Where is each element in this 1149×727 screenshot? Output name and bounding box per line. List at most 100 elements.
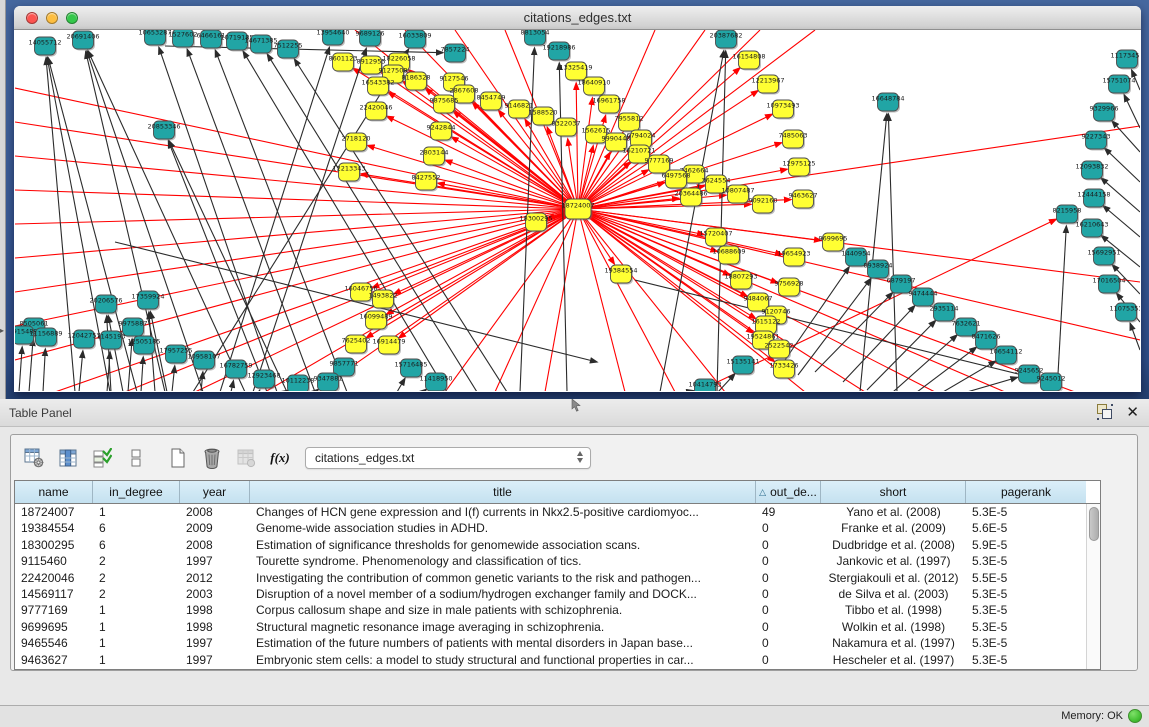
column-header-out-de-[interactable]: △out_de... bbox=[756, 481, 821, 503]
graph-node[interactable]: 12093832 bbox=[1075, 161, 1108, 181]
graph-node[interactable]: 20853346 bbox=[147, 121, 180, 141]
graph-edge-black bbox=[917, 347, 976, 391]
table-source-dropdown[interactable]: citations_edges.txt bbox=[305, 447, 591, 469]
graph-node-label: 7632621 bbox=[952, 320, 981, 328]
graph-node[interactable]: 1145193 bbox=[97, 331, 126, 351]
graph-node-label: 7857224 bbox=[441, 46, 470, 54]
graph-node[interactable]: 17016504 bbox=[1092, 275, 1125, 295]
graph-node[interactable]: 6497568 bbox=[662, 170, 691, 190]
column-header-in-degree[interactable]: in_degree bbox=[93, 481, 180, 503]
graph-node-label: 9777169 bbox=[645, 157, 674, 165]
graph-node[interactable]: 11418950 bbox=[419, 373, 452, 391]
graph-node[interactable]: 2803144 bbox=[420, 147, 449, 167]
table-row[interactable]: 1456911722003Disruption of a novel membe… bbox=[15, 586, 1086, 602]
graph-node[interactable]: 8322037 bbox=[552, 118, 581, 138]
graph-node[interactable]: 10973493 bbox=[766, 100, 799, 120]
table-row[interactable]: 1938455462009Genome-wide association stu… bbox=[15, 520, 1086, 536]
graph-node[interactable]: 10688609 bbox=[712, 246, 745, 266]
table-row[interactable]: 946362711997Embryonic stem cells: a mode… bbox=[15, 652, 1086, 668]
column-header-short[interactable]: short bbox=[821, 481, 966, 503]
column-header-name[interactable]: name bbox=[15, 481, 93, 503]
graph-node[interactable]: 8186328 bbox=[402, 72, 431, 92]
network-window-titlebar[interactable]: citations_edges.txt bbox=[14, 6, 1141, 30]
graph-node[interactable]: 9242844 bbox=[427, 122, 456, 142]
graph-node[interactable]: 10414793 bbox=[688, 379, 721, 391]
graph-node[interactable]: 10112238 bbox=[281, 375, 314, 391]
citation-network-graph[interactable]: 1872400718300295193845548601123891295518… bbox=[15, 30, 1140, 391]
graph-node[interactable]: 16648784 bbox=[871, 93, 904, 113]
graph-edge-black bbox=[1057, 226, 1066, 391]
graph-node[interactable]: 16210643 bbox=[1075, 219, 1108, 239]
graph-node[interactable]: 7485063 bbox=[779, 130, 808, 150]
graph-node[interactable]: 16914479 bbox=[372, 336, 405, 356]
delete-column-icon[interactable] bbox=[199, 444, 225, 472]
table-settings-icon[interactable] bbox=[21, 444, 47, 472]
table-row[interactable]: 2242004622012Investigating the contribut… bbox=[15, 570, 1086, 586]
graph-node[interactable]: 9463627 bbox=[789, 190, 818, 210]
graph-node[interactable]: 20691406 bbox=[66, 31, 99, 51]
graph-node[interactable]: 16961758 bbox=[592, 95, 625, 115]
table-row[interactable]: 977716911998Corpus callosum shape and si… bbox=[15, 602, 1086, 618]
graph-node[interactable]: 11173451 bbox=[1110, 50, 1140, 70]
graph-node[interactable]: 12444158 bbox=[1077, 189, 1110, 209]
graph-node[interactable]: 10653287 bbox=[138, 30, 171, 47]
graph-node[interactable]: 18640910 bbox=[577, 77, 610, 97]
panel-collapse-handle[interactable]: ▸ bbox=[0, 326, 4, 335]
graph-node[interactable]: 9227343 bbox=[1082, 131, 1111, 151]
new-column-icon[interactable] bbox=[165, 444, 191, 472]
graph-node[interactable]: 9347881 bbox=[314, 373, 343, 391]
graph-node[interactable]: 1733426 bbox=[770, 360, 799, 380]
column-header-year[interactable]: year bbox=[180, 481, 250, 503]
graph-node[interactable]: 9875685 bbox=[430, 95, 459, 115]
graph-node-label: 9127546 bbox=[440, 75, 469, 83]
graph-node[interactable]: 18724007 bbox=[561, 199, 594, 221]
graph-node[interactable]: 20387682 bbox=[709, 30, 742, 50]
column-header-label: year bbox=[203, 485, 226, 499]
column-header-pagerank[interactable]: pagerank bbox=[966, 481, 1086, 503]
cell-in-degree: 1 bbox=[93, 652, 180, 668]
graph-node[interactable]: 8427552 bbox=[412, 172, 441, 192]
graph-node[interactable]: 16099489 bbox=[359, 311, 392, 331]
graph-node[interactable]: 15720407 bbox=[699, 228, 732, 248]
float-panel-icon[interactable] bbox=[1097, 404, 1114, 421]
graph-node[interactable]: 15751074 bbox=[1102, 75, 1135, 95]
left-panel-divider[interactable]: ▸ bbox=[0, 0, 6, 399]
function-builder-icon[interactable]: f(x) bbox=[267, 444, 293, 472]
graph-node[interactable]: 8601123 bbox=[329, 53, 358, 73]
table-row[interactable]: 1830029562008Estimation of significance … bbox=[15, 537, 1086, 553]
graph-node[interactable]: 19654923 bbox=[777, 248, 810, 268]
graph-node[interactable]: 14055712 bbox=[28, 37, 61, 57]
table-row[interactable]: 969969511998Structural magnetic resonanc… bbox=[15, 619, 1086, 635]
graph-node[interactable]: 16154808 bbox=[732, 51, 765, 71]
graph-node[interactable]: 16033809 bbox=[398, 30, 431, 50]
graph-node[interactable]: 12213343 bbox=[332, 163, 365, 183]
graph-node[interactable]: 9092160 bbox=[749, 195, 778, 215]
graph-node[interactable]: 7512255 bbox=[274, 40, 303, 60]
scrollbar-thumb[interactable] bbox=[1089, 507, 1099, 541]
cell-title: Embryonic stem cells: a model to study s… bbox=[250, 652, 756, 668]
graph-node[interactable]: 9689126 bbox=[356, 30, 385, 48]
close-panel-icon[interactable]: ✕ bbox=[1126, 404, 1139, 421]
row-layout-icon[interactable] bbox=[123, 444, 149, 472]
graph-node[interactable]: 19218986 bbox=[542, 42, 575, 62]
graph-node[interactable]: 19384554 bbox=[604, 265, 637, 285]
table-scrollbar[interactable] bbox=[1086, 504, 1100, 669]
graph-node[interactable]: 9245012 bbox=[1037, 373, 1066, 391]
graph-node[interactable]: 13954640 bbox=[316, 30, 349, 47]
column-header-label: name bbox=[38, 485, 68, 499]
graph-node[interactable]: 7857224 bbox=[441, 44, 470, 64]
graph-node[interactable]: 11075353 bbox=[1109, 303, 1140, 323]
table-row[interactable]: 911546021997Tourette syndrome. Phenomeno… bbox=[15, 553, 1086, 569]
import-table-icon[interactable] bbox=[233, 444, 259, 472]
table-row[interactable]: 1872400712008Changes of HCN gene express… bbox=[15, 504, 1086, 520]
column-header-title[interactable]: title bbox=[250, 481, 756, 503]
graph-edge-red bbox=[451, 137, 578, 209]
column-visibility-icon[interactable] bbox=[55, 444, 81, 472]
network-canvas[interactable]: 1872400718300295193845548601123891295518… bbox=[15, 30, 1140, 391]
graph-node[interactable]: 7625402 bbox=[342, 335, 371, 355]
select-rows-icon[interactable] bbox=[89, 444, 115, 472]
graph-node[interactable]: 15692951 bbox=[1087, 247, 1120, 267]
graph-node[interactable]: 15135141 bbox=[726, 356, 759, 376]
graph-node[interactable]: 9329966 bbox=[1090, 103, 1119, 123]
table-row[interactable]: 946554611997Estimation of the future num… bbox=[15, 635, 1086, 651]
